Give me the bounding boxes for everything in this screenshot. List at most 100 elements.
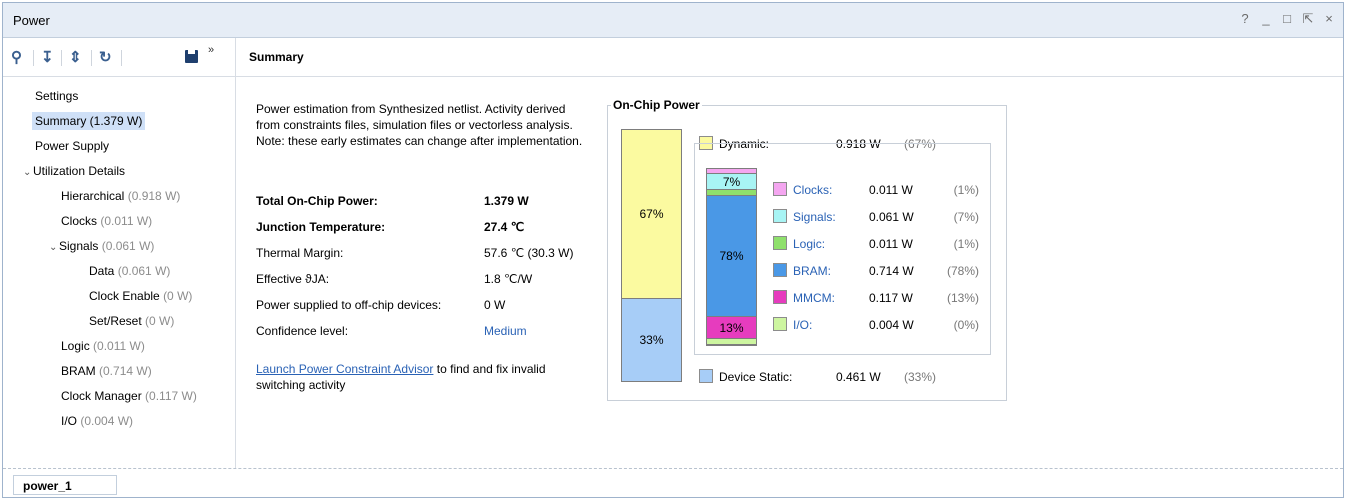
tree-item-label: Logic <box>61 339 90 353</box>
toolbar-divider <box>121 50 122 66</box>
total-power-bar: 67% 33% <box>621 129 682 382</box>
toolbar-divider <box>61 50 62 66</box>
tree-item-label: Set/Reset <box>89 314 142 328</box>
tree-item-label: Clock Manager <box>61 389 142 403</box>
tree-item-label: Utilization Details <box>33 164 126 178</box>
effective-theta-value: 1.8 ℃/W <box>484 272 533 286</box>
tree-item-power-supply[interactable]: Power Supply <box>35 139 109 153</box>
signals-swatch <box>773 209 787 223</box>
advisor-text: Launch Power Constraint Advisor to find … <box>256 361 586 393</box>
static-bar-label: 33% <box>639 333 664 347</box>
power-constraint-advisor-link[interactable]: Launch Power Constraint Advisor <box>256 362 433 376</box>
tree-item-logic[interactable]: Logic (0.011 W) <box>61 339 145 353</box>
close-icon[interactable]: × <box>1323 11 1335 27</box>
tree-item-clock-manager[interactable]: Clock Manager (0.117 W) <box>61 389 197 403</box>
static-label: Device Static: <box>719 370 793 384</box>
io-value: 0.004 W <box>869 318 914 332</box>
tree-item-signals[interactable]: ⌄ Signals (0.061 W) <box>49 239 154 253</box>
tree-item-label: Hierarchical <box>61 189 125 203</box>
tab-power-1[interactable]: power_1 <box>13 475 117 495</box>
segment-io <box>707 339 756 345</box>
tree-item-value: (0.061 W) <box>117 264 171 278</box>
static-swatch <box>699 369 713 383</box>
chevron-down-icon[interactable]: ⌄ <box>49 242 59 253</box>
segment-signals: 7% <box>707 174 756 190</box>
signals-pct: (7%) <box>953 210 979 224</box>
power-window: Power ? _ □ ⇱ × ⚲ ↧ ⇕ ↻ » Summary Settin… <box>2 2 1344 498</box>
dynamic-bar-label: 67% <box>639 207 664 221</box>
tree-item-value: (0.011 W) <box>93 339 145 353</box>
help-icon[interactable]: ? <box>1239 11 1251 27</box>
tree-item-value: (0.061 W) <box>101 239 155 253</box>
tree-item-set-reset[interactable]: Set/Reset (0 W) <box>89 314 174 328</box>
tab-label: power_1 <box>23 479 72 493</box>
clocks-label[interactable]: Clocks: <box>793 183 832 197</box>
tree-item-value: (0.004 W) <box>80 414 134 428</box>
refresh-icon[interactable]: ↻ <box>99 48 112 66</box>
offchip-power-value: 0 W <box>484 298 506 312</box>
junction-temp-value: 27.4 ℃ <box>484 220 525 234</box>
tree-item-hierarchical[interactable]: Hierarchical (0.918 W) <box>61 189 180 203</box>
clocks-value: 0.011 W <box>869 183 913 197</box>
tree-item-label: Summary (1.379 W) <box>32 112 146 130</box>
tree-item-clock-enable[interactable]: Clock Enable (0 W) <box>89 289 192 303</box>
thermal-margin-value: 57.6 ℃ (30.3 W) <box>484 246 574 260</box>
toolbar-divider <box>91 50 92 66</box>
segment-label: 7% <box>722 174 741 189</box>
pane-divider[interactable] <box>235 38 236 468</box>
summary-description: Power estimation from Synthesized netlis… <box>256 102 583 148</box>
tree-item-value: (0.011 W) <box>100 214 153 228</box>
float-icon[interactable]: ⇱ <box>1302 11 1314 27</box>
total-power-label: Total On-Chip Power: <box>256 194 378 208</box>
tree-item-summary[interactable]: Summary (1.379 W) <box>32 112 146 130</box>
offchip-power-label: Power supplied to off-chip devices: <box>256 298 442 312</box>
static-pct: (33%) <box>904 370 937 384</box>
maximize-icon[interactable]: □ <box>1281 11 1293 27</box>
bram-value: 0.714 W <box>869 264 914 278</box>
static-value: 0.461 W <box>836 370 881 384</box>
tree-item-io[interactable]: I/O (0.004 W) <box>61 414 133 428</box>
confidence-value-link[interactable]: Medium <box>484 324 527 338</box>
tree-item-utilization-details[interactable]: ⌄ Utilization Details <box>23 164 125 178</box>
toolbar: ⚲ ↧ ⇕ ↻ » <box>3 38 235 77</box>
signals-label[interactable]: Signals: <box>793 210 836 224</box>
bram-label[interactable]: BRAM: <box>793 264 831 278</box>
confidence-label: Confidence level: <box>256 324 349 338</box>
tree-item-value: (0.714 W) <box>99 364 152 378</box>
mmcm-swatch <box>773 290 787 304</box>
tree-item-label: Clock Enable <box>89 289 160 303</box>
mmcm-value: 0.117 W <box>869 291 913 305</box>
tree-item-bram[interactable]: BRAM (0.714 W) <box>61 364 152 378</box>
collapse-all-icon[interactable]: ↧ <box>41 48 54 66</box>
segment-bram: 78% <box>707 196 756 317</box>
thermal-margin-label: Thermal Margin: <box>256 246 344 260</box>
tree-item-label: BRAM <box>61 364 96 378</box>
tree-item-value: (0.117 W) <box>145 389 197 403</box>
tree-item-clocks[interactable]: Clocks (0.011 W) <box>61 214 152 228</box>
window-controls: ? _ □ ⇱ × <box>1239 11 1335 27</box>
save-icon[interactable] <box>185 50 198 63</box>
io-swatch <box>773 317 787 331</box>
window-title: Power <box>13 13 50 28</box>
segment-label: 78% <box>719 249 744 263</box>
bottom-divider <box>3 468 1343 469</box>
mmcm-label[interactable]: MMCM: <box>793 291 835 305</box>
effective-theta-label: Effective ϑJA: <box>256 272 330 286</box>
logic-swatch <box>773 236 787 250</box>
tree-item-data[interactable]: Data (0.061 W) <box>89 264 170 278</box>
tree-item-label: Signals <box>59 239 99 253</box>
logic-label[interactable]: Logic: <box>793 237 825 251</box>
static-segment: 33% <box>622 298 681 381</box>
junction-temp-label: Junction Temperature: <box>256 220 386 234</box>
io-label[interactable]: I/O: <box>793 318 812 332</box>
chevron-down-icon[interactable]: ⌄ <box>23 167 33 178</box>
minimize-icon[interactable]: _ <box>1260 11 1272 27</box>
tree-item-label: Power Supply <box>35 139 110 153</box>
segment-mmcm: 13% <box>707 317 756 339</box>
tree-item-value: (0 W) <box>145 314 175 328</box>
tree-item-settings[interactable]: Settings <box>35 89 78 103</box>
expand-all-icon[interactable]: ⇕ <box>69 48 82 66</box>
overflow-icon[interactable]: » <box>208 44 214 56</box>
mmcm-pct: (13%) <box>946 291 979 305</box>
search-icon[interactable]: ⚲ <box>11 48 22 66</box>
